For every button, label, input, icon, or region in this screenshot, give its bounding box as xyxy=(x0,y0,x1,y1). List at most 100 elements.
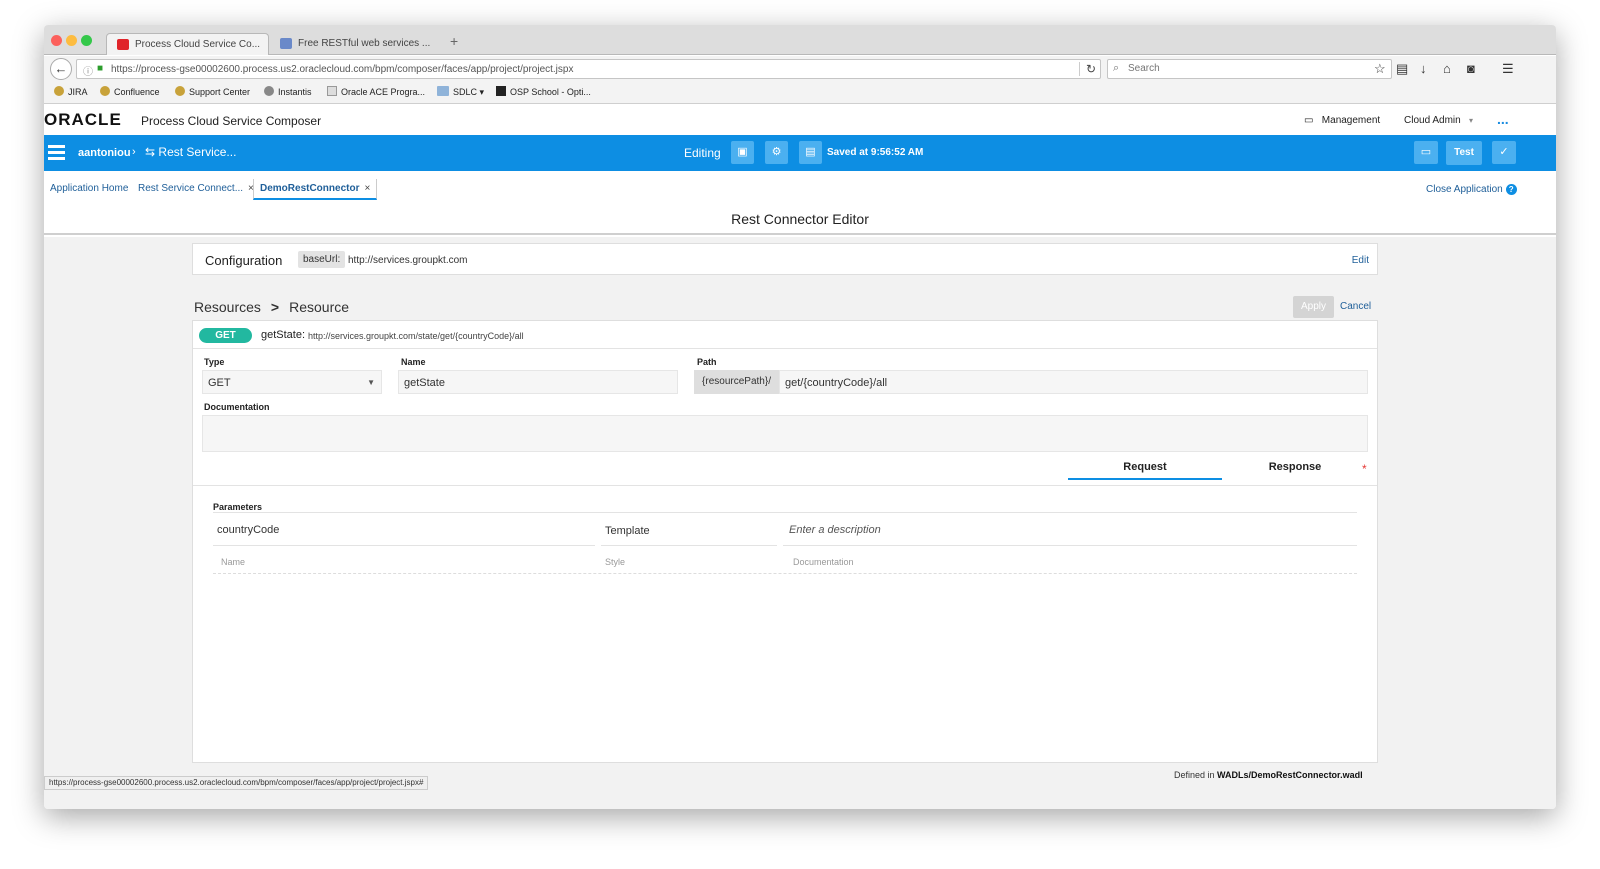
resource-summary: GET getState: http://services.groupkt.co… xyxy=(193,321,1377,349)
pocket-icon[interactable]: ◙ xyxy=(1467,61,1475,76)
bookmark-confluence[interactable]: Confluence xyxy=(100,86,160,97)
bookmark-sdlc-folder[interactable]: SDLC ▾ xyxy=(437,86,484,98)
documentation-textarea[interactable] xyxy=(202,415,1368,452)
address-bar[interactable]: ⓘ ■ https://process-gse00002600.process.… xyxy=(76,59,1101,79)
folder-icon xyxy=(437,86,449,96)
cancel-button[interactable]: Cancel xyxy=(1340,301,1371,312)
bookmarks-bar: JIRA Confluence Support Center Instantis… xyxy=(44,82,1556,104)
breadcrumb-separator: › xyxy=(132,146,136,158)
search-icon: ⌕ xyxy=(1113,62,1120,74)
restful-favicon-icon xyxy=(280,37,292,49)
bookmark-instantis[interactable]: Instantis xyxy=(264,86,312,97)
type-label: Type xyxy=(204,357,225,367)
path-input[interactable]: get/{countryCode}/all xyxy=(779,370,1368,394)
management-icon: ▭ xyxy=(1304,115,1314,126)
status-bar-url: https://process-gse00002600.process.us2.… xyxy=(44,776,429,790)
close-application-link[interactable]: Close Application? xyxy=(1426,184,1517,195)
oracle-favicon-icon xyxy=(117,38,129,50)
tab-demo-rest-connector[interactable]: DemoRestConnector × xyxy=(253,179,378,200)
close-window-icon[interactable] xyxy=(51,35,62,46)
deploy-icon[interactable]: ⚙ xyxy=(765,141,788,164)
wadl-file-path: WADLs/DemoRestConnector.wadl xyxy=(1217,770,1363,780)
oracle-logo: ORACLE xyxy=(44,110,122,129)
maximize-window-icon[interactable] xyxy=(81,35,92,46)
tab-request[interactable]: Request xyxy=(1068,461,1222,480)
browser-window: Process Cloud Service Co...✕ Free RESTfu… xyxy=(44,25,1556,809)
help-icon[interactable]: ? xyxy=(1505,184,1517,195)
editing-mode-label: Editing xyxy=(684,146,721,160)
browser-tab-pcs[interactable]: Process Cloud Service Co...✕ xyxy=(106,33,269,55)
parameter-description-input[interactable]: Enter a description xyxy=(789,524,881,536)
name-label: Name xyxy=(401,357,426,367)
new-parameter-row[interactable] xyxy=(213,573,1357,574)
method-badge: GET xyxy=(199,328,252,343)
editor-title: Rest Connector Editor xyxy=(44,203,1556,235)
saved-status: Saved at 9:56:52 AM xyxy=(827,147,924,158)
operation-path: http://services.groupkt.com/state/get/{c… xyxy=(308,331,524,341)
save-icon[interactable]: ▣ xyxy=(731,141,754,164)
bookmark-oracle-ace[interactable]: Oracle ACE Progra... xyxy=(327,86,425,97)
parameter-style[interactable]: Template xyxy=(605,525,650,537)
osp-icon xyxy=(496,86,506,96)
apply-button[interactable]: Apply xyxy=(1293,296,1334,318)
browser-tab-restful[interactable]: Free RESTful web services ...✕ xyxy=(270,33,430,55)
bookmark-star-icon[interactable]: ☆ xyxy=(1374,61,1386,77)
chevron-right-icon: > xyxy=(270,299,280,315)
configuration-label: Configuration xyxy=(205,253,283,268)
defined-in-footer: Defined in WADLs/DemoRestConnector.wadl xyxy=(1174,770,1363,780)
menu-icon[interactable]: ☰ xyxy=(1502,61,1514,77)
back-button[interactable]: ← xyxy=(50,58,72,80)
editor-body: Configuration baseUrl: http://services.g… xyxy=(44,237,1556,809)
minimize-window-icon[interactable] xyxy=(66,35,77,46)
user-menu[interactable]: Cloud Admin ▾ xyxy=(1404,115,1473,126)
chevron-down-icon: ▾ xyxy=(1469,116,1474,125)
info-icon[interactable]: ⓘ xyxy=(83,63,93,78)
home-icon[interactable]: ⌂ xyxy=(1443,61,1451,76)
lock-icon: ■ xyxy=(97,63,104,74)
path-prefix: {resourcePath}/ xyxy=(694,370,779,394)
service-breadcrumb[interactable]: ⇆ Rest Service... xyxy=(145,145,236,159)
column-name-header: Name xyxy=(221,557,246,567)
parameters-label: Parameters xyxy=(213,502,263,512)
bookmark-jira[interactable]: JIRA xyxy=(54,86,88,97)
parameters-divider xyxy=(193,485,1377,486)
resources-link[interactable]: Resources xyxy=(194,299,261,315)
required-marker: * xyxy=(1362,462,1367,476)
globe-icon xyxy=(264,86,274,96)
download-icon[interactable]: ↓ xyxy=(1420,61,1427,76)
hamburger-menu-icon[interactable] xyxy=(48,145,65,160)
management-link[interactable]: ▭ Management xyxy=(1304,115,1380,126)
type-select[interactable]: GET ▼ xyxy=(202,370,382,394)
app-title: Process Cloud Service Composer xyxy=(141,114,322,128)
edit-configuration-link[interactable]: Edit xyxy=(1352,255,1369,266)
more-options-button[interactable]: ... xyxy=(1497,111,1509,127)
app-header: ORACLE Process Cloud Service Composer ▭ … xyxy=(44,105,1556,135)
reading-list-icon[interactable]: ▤ xyxy=(1396,61,1408,77)
test-button[interactable]: Test xyxy=(1446,141,1482,165)
bookmark-icon xyxy=(54,86,64,96)
rest-connector-icon: ⇆ xyxy=(145,145,156,159)
browser-search-box[interactable]: ⌕ xyxy=(1107,59,1392,79)
name-input[interactable]: getState xyxy=(398,370,678,394)
tab-application-home[interactable]: Application Home xyxy=(44,179,134,198)
reload-icon[interactable]: ↻ xyxy=(1078,62,1096,76)
close-tab-icon[interactable]: × xyxy=(364,183,370,194)
parameter-name[interactable]: countryCode xyxy=(217,524,279,536)
browser-search-input[interactable] xyxy=(1128,63,1378,74)
base-url-key: baseUrl: xyxy=(298,251,346,268)
bookmark-osp-school[interactable]: OSP School - Opti... xyxy=(496,86,591,97)
bookmark-support-center[interactable]: Support Center xyxy=(175,86,250,97)
operation-name: getState: xyxy=(261,329,306,341)
preview-icon[interactable]: ▭ xyxy=(1414,141,1438,164)
checkmark-icon[interactable]: ✓ xyxy=(1492,141,1516,164)
editor-tabs: Application Home Rest Service Connect...… xyxy=(44,171,1556,203)
configuration-panel: Configuration baseUrl: http://services.g… xyxy=(192,243,1378,275)
new-tab-button[interactable]: + xyxy=(450,33,458,49)
parameter-description-underline xyxy=(783,545,1357,546)
tab-rest-service-connector[interactable]: Rest Service Connect... × xyxy=(132,179,260,198)
user-breadcrumb[interactable]: aantoniou xyxy=(78,147,131,159)
address-url[interactable]: https://process-gse00002600.process.us2.… xyxy=(111,64,573,75)
tab-response[interactable]: Response xyxy=(1221,461,1369,473)
snapshot-icon[interactable]: ▤ xyxy=(799,141,822,164)
browser-nav-bar: ← ⓘ ■ https://process-gse00002600.proces… xyxy=(44,56,1556,82)
